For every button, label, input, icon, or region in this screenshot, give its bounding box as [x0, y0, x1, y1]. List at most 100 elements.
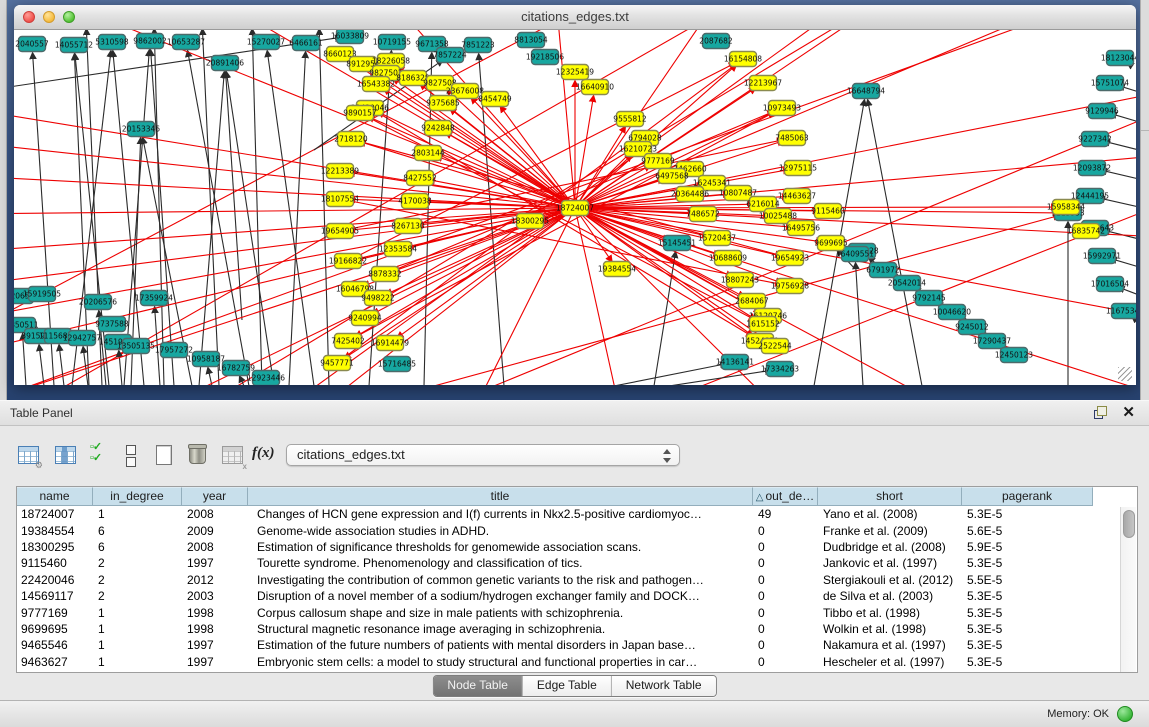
table-cell[interactable]: Stergiakouli et al. (2012): [818, 572, 962, 588]
table-cell[interactable]: 5.9E-5: [962, 539, 1093, 555]
graph-node[interactable]: 20891406: [206, 56, 244, 71]
table-cell[interactable]: 22420046: [17, 572, 93, 588]
table-row[interactable]: 1456911722003Disruption of a novel membe…: [17, 588, 1137, 604]
table-cell[interactable]: 5.3E-5: [962, 637, 1093, 653]
graph-edge[interactable]: [252, 30, 262, 385]
graph-node[interactable]: 15919505: [23, 287, 61, 302]
citation-graph[interactable]: 2040557140557125310598986200210653287208…: [14, 30, 1136, 385]
table-cell[interactable]: 0: [753, 605, 818, 621]
graph-edge[interactable]: [614, 364, 726, 385]
table-cell[interactable]: 2: [93, 588, 182, 604]
table-cell[interactable]: Dudbridge et al. (2008): [818, 539, 962, 555]
table-row[interactable]: 911546021997Tourette syndrome. Phenomeno…: [17, 555, 1137, 571]
graph-node[interactable]: 10719155: [373, 35, 411, 50]
graph-node[interactable]: 9457771: [320, 356, 354, 371]
graph-node[interactable]: 13505135: [117, 339, 155, 354]
graph-node[interactable]: 20542014: [888, 276, 926, 291]
graph-node[interactable]: 20206576: [79, 295, 117, 310]
graph-node[interactable]: 12353584: [379, 242, 417, 257]
resize-grip[interactable]: [1118, 367, 1132, 381]
table-cell[interactable]: 9777169: [17, 605, 93, 621]
table-mode-button[interactable]: ⚙: [16, 444, 42, 468]
table-cell[interactable]: Hescheler et al. (1997): [818, 654, 962, 670]
graph-node[interactable]: 19654905: [321, 224, 359, 239]
graph-edge[interactable]: [226, 72, 242, 320]
graph-edge[interactable]: [42, 30, 575, 208]
graph-node[interactable]: 1615152: [746, 317, 780, 332]
table-cell[interactable]: 0: [753, 654, 818, 670]
table-cell[interactable]: Yano et al. (2008): [818, 506, 962, 522]
table-cell[interactable]: Wolkin et al. (1998): [818, 621, 962, 637]
graph-node[interactable]: 14463627: [778, 189, 816, 204]
graph-node[interactable]: 12975115: [779, 161, 817, 176]
graph-node[interactable]: 15958344: [1047, 200, 1085, 215]
graph-node[interactable]: 15992971: [1083, 249, 1121, 264]
graph-edge[interactable]: [319, 30, 329, 385]
table-cell[interactable]: 0: [753, 572, 818, 588]
table-cell[interactable]: Estimation of significance thresholds fo…: [248, 539, 753, 555]
table-cell[interactable]: 14569117: [17, 588, 93, 604]
graph-node[interactable]: 9737588: [95, 317, 129, 332]
table-cell[interactable]: Structural magnetic resonance image aver…: [248, 621, 753, 637]
table-cell[interactable]: de Silva et al. (2003): [818, 588, 962, 604]
graph-node[interactable]: 10688609: [709, 251, 747, 266]
table-cell[interactable]: 1: [93, 637, 182, 653]
column-header-in_degree[interactable]: in_degree: [93, 487, 182, 506]
graph-node[interactable]: 20364486: [671, 187, 709, 202]
table-cell[interactable]: 6: [93, 539, 182, 555]
table-cell[interactable]: 9465546: [17, 637, 93, 653]
scrollbar-thumb[interactable]: [1123, 510, 1135, 538]
graph-node[interactable]: 15270027: [247, 35, 285, 50]
table-cell[interactable]: Franke et al. (2009): [818, 523, 962, 539]
table-cell[interactable]: 6: [93, 523, 182, 539]
table-cell[interactable]: 5.3E-5: [962, 555, 1093, 571]
column-header-title[interactable]: title: [248, 487, 753, 506]
graph-node[interactable]: 19384554: [598, 262, 636, 277]
graph-node[interactable]: 9242848: [421, 121, 455, 136]
graph-edge[interactable]: [868, 100, 922, 385]
column-header-short[interactable]: short: [818, 487, 962, 506]
graph-node[interactable]: 15145451: [658, 236, 696, 251]
graph-edge[interactable]: [267, 51, 314, 385]
graph-node[interactable]: 20153346: [122, 122, 160, 137]
graph-node[interactable]: 17957272: [155, 343, 193, 358]
table-cell[interactable]: Tibbo et al. (1998): [818, 605, 962, 621]
graph-node[interactable]: 9227342: [1078, 132, 1112, 147]
table-cell[interactable]: 2: [93, 555, 182, 571]
graph-node[interactable]: 10973493: [763, 101, 801, 116]
table-cell[interactable]: 1: [93, 605, 182, 621]
graph-node[interactable]: 6466161: [289, 36, 323, 51]
graph-node[interactable]: 2087682: [699, 34, 733, 49]
memory-ok-indicator[interactable]: [1117, 706, 1133, 722]
graph-node[interactable]: 17359924: [135, 291, 173, 306]
graph-edge[interactable]: [188, 51, 249, 385]
column-header-out_de[interactable]: △out_de…: [753, 487, 818, 506]
table-cell[interactable]: 9115460: [17, 555, 93, 571]
graph-edge[interactable]: [14, 91, 575, 208]
table-cell[interactable]: Genome-wide association studies in ADHD.: [248, 523, 753, 539]
graph-edge[interactable]: [59, 345, 64, 385]
table-cell[interactable]: 2012: [182, 572, 248, 588]
graph-node[interactable]: 8454749: [478, 92, 512, 107]
network-canvas[interactable]: 2040557140557125310598986200210653287208…: [14, 30, 1136, 385]
graph-node[interactable]: 16033809: [331, 30, 369, 44]
graph-node[interactable]: 11675349: [1106, 304, 1136, 319]
table-cell[interactable]: Changes of HCN gene expression and I(f) …: [248, 506, 753, 522]
table-cell[interactable]: 49: [753, 506, 818, 522]
table-cell[interactable]: 2008: [182, 506, 248, 522]
table-row[interactable]: 1872400712008Changes of HCN gene express…: [17, 506, 1137, 522]
vertical-scrollbar[interactable]: [1120, 507, 1136, 672]
graph-node[interactable]: 8813054: [514, 33, 548, 48]
graph-node[interactable]: 9240994: [348, 311, 382, 326]
graph-node[interactable]: 9375685: [426, 96, 460, 111]
graph-edge[interactable]: [575, 82, 1136, 208]
graph-node[interactable]: 8427552: [403, 171, 437, 186]
graph-node[interactable]: 8267130: [391, 219, 425, 234]
graph-node[interactable]: 10653287: [167, 35, 205, 50]
table-row[interactable]: 1830029562008Estimation of significance …: [17, 539, 1137, 555]
graph-node[interactable]: 17290437: [973, 334, 1011, 349]
graph-node[interactable]: 16640910: [576, 80, 614, 95]
table-row[interactable]: 1938455462009Genome-wide association stu…: [17, 522, 1137, 538]
table-cell[interactable]: 1997: [182, 555, 248, 571]
graph-node[interactable]: 9245012: [955, 320, 989, 335]
